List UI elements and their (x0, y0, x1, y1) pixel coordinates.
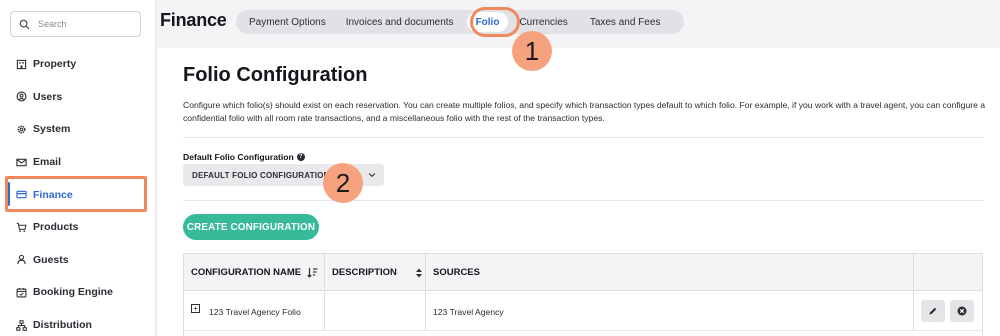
default-folio-label: Default Folio Configuration ? (183, 152, 305, 162)
sidebar-item-label: Distribution (33, 319, 92, 332)
gear-icon (17, 125, 26, 134)
sidebar: Search Property Users System Email Finan… (0, 0, 156, 336)
close-circle-icon (957, 306, 967, 316)
search-icon (19, 19, 30, 30)
divider (183, 200, 983, 201)
section-description: Configure which folio(s) should exist on… (183, 100, 986, 123)
person-icon (17, 255, 26, 265)
sidebar-item-products[interactable]: Products (0, 211, 156, 244)
table-row: + 123 Travel Agency Folio 123 Travel Age… (184, 292, 982, 331)
sidebar-item-booking-engine[interactable]: Booking Engine (0, 276, 156, 309)
delete-button[interactable] (950, 300, 974, 322)
sidebar-item-label: Booking Engine (33, 286, 113, 299)
user-circle-icon (16, 91, 27, 102)
cart-icon (16, 222, 27, 232)
column-header-name-label: CONFIGURATION NAME (191, 267, 302, 278)
envelope-icon (16, 158, 27, 166)
edit-button[interactable] (921, 300, 945, 322)
sort-descending-icon[interactable] (307, 267, 318, 278)
step-badge-1: 1 (512, 31, 552, 71)
column-header-name[interactable]: CONFIGURATION NAME (184, 254, 325, 291)
search-input[interactable]: Search (10, 11, 141, 37)
calendar-icon (16, 287, 27, 298)
sidebar-item-label: Products (33, 221, 79, 234)
sidebar-item-label: Users (33, 90, 63, 103)
sidebar-item-guests[interactable]: Guests (0, 244, 156, 277)
chevron-down-icon (368, 173, 376, 178)
default-folio-select-value: DEFAULT FOLIO CONFIGURATION (192, 170, 330, 180)
tab-invoices-documents[interactable]: Invoices and documents (337, 12, 463, 32)
column-header-sources-label: SOURCES (433, 267, 480, 278)
column-header-description[interactable]: DESCRIPTION (325, 254, 426, 291)
finance-tabs: Payment Options Invoices and documents F… (236, 10, 684, 34)
pencil-icon (929, 307, 937, 315)
section-title: Folio Configuration (183, 64, 368, 86)
cell-configuration-name: + 123 Travel Agency Folio (184, 292, 325, 331)
sidebar-item-label: Property (33, 58, 77, 71)
create-configuration-button[interactable]: CREATE CONFIGURATION (183, 214, 319, 240)
cell-sources: 123 Travel Agency (426, 292, 914, 331)
cell-description (325, 292, 426, 331)
sort-icon[interactable] (415, 268, 423, 278)
divider (183, 137, 983, 138)
network-icon (16, 319, 27, 331)
sidebar-item-system[interactable]: System (0, 113, 156, 146)
tab-taxes-fees[interactable]: Taxes and Fees (581, 12, 670, 32)
sidebar-item-email[interactable]: Email (0, 146, 156, 179)
building-icon (16, 59, 27, 69)
finance-highlight-box (5, 176, 147, 212)
tab-payment-options[interactable]: Payment Options (240, 12, 335, 32)
folio-tab-highlight-ring (470, 7, 520, 37)
column-header-actions (914, 254, 982, 291)
cell-actions (914, 292, 982, 331)
table-header: CONFIGURATION NAME DESCRIPTION SOURCES (184, 254, 982, 291)
column-header-sources: SOURCES (426, 254, 914, 291)
step-badge-2: 2 (323, 163, 363, 203)
sidebar-item-label: Guests (33, 253, 69, 266)
configuration-table: CONFIGURATION NAME DESCRIPTION SOURCES +… (183, 253, 983, 336)
search-placeholder: Search (38, 19, 67, 29)
column-header-description-label: DESCRIPTION (332, 267, 397, 278)
page-title: Finance (160, 10, 227, 30)
cell-configuration-name-text: 123 Travel Agency Folio (209, 306, 301, 317)
help-icon[interactable]: ? (296, 153, 305, 161)
sidebar-item-distribution[interactable]: Distribution (0, 309, 156, 336)
tab-currencies[interactable]: Currencies (510, 12, 576, 32)
sidebar-item-users[interactable]: Users (0, 81, 156, 114)
sidebar-item-label: Email (33, 156, 62, 169)
sidebar-item-property[interactable]: Property (0, 48, 156, 81)
default-folio-label-text: Default Folio Configuration (183, 152, 294, 162)
sidebar-item-label: System (33, 123, 71, 136)
expand-row-icon[interactable]: + (191, 304, 200, 313)
